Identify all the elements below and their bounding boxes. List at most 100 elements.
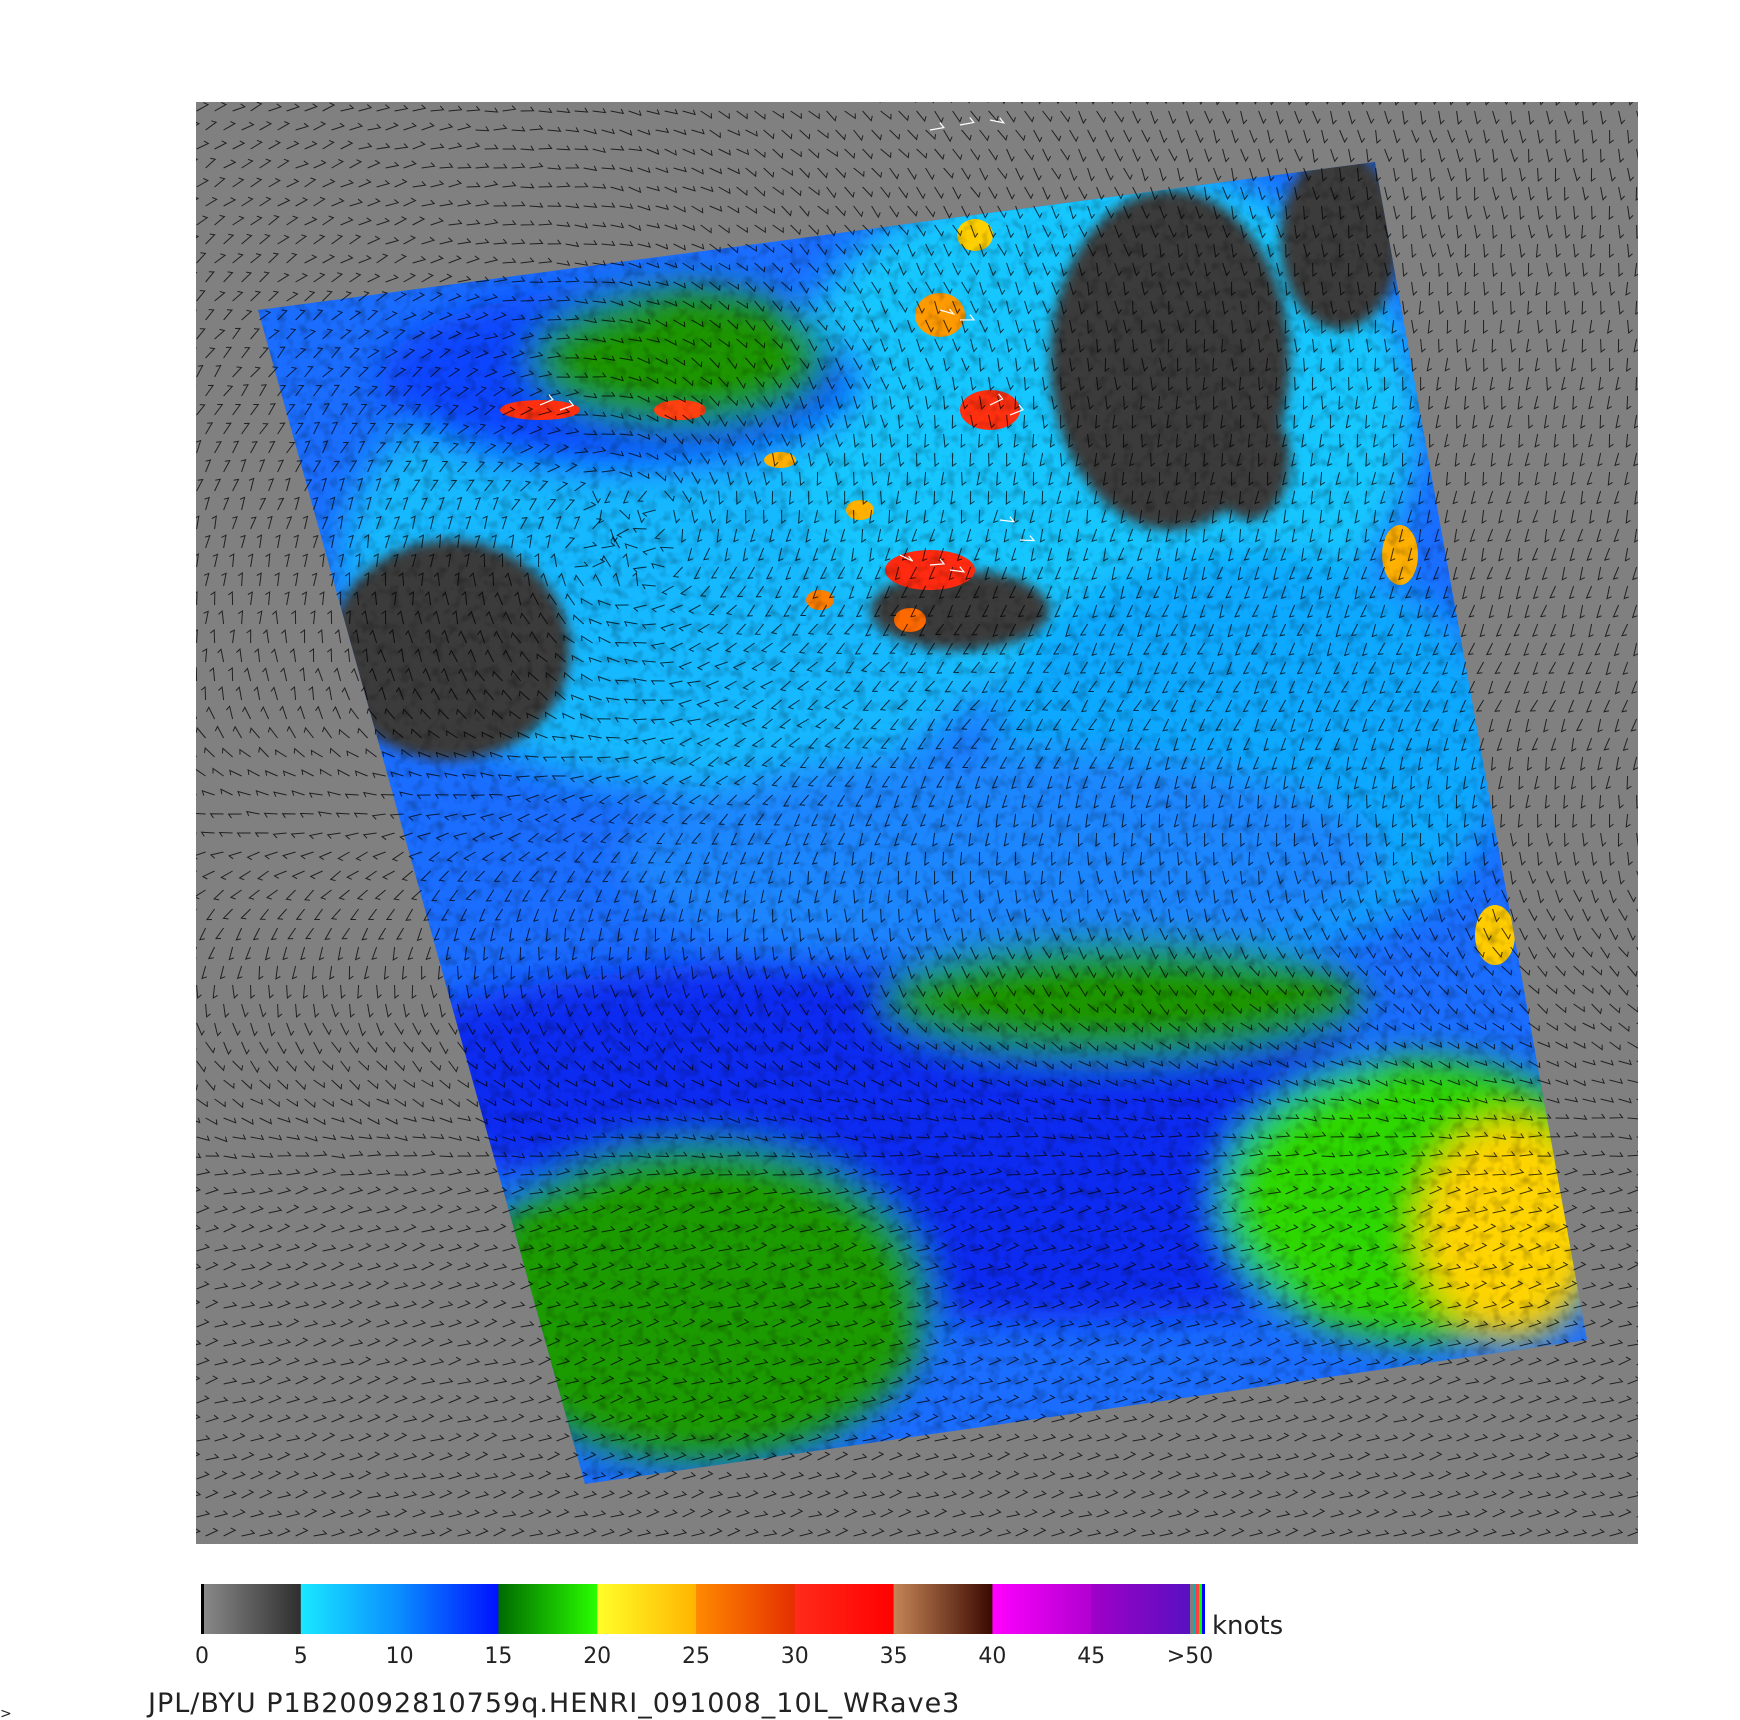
wind-barb [1640,700,1646,712]
wind-barb [1655,833,1661,846]
wind-barb [196,870,197,872]
wind-barb [187,498,192,510]
wind-barb [196,946,198,959]
wind-barb [1646,1080,1658,1086]
wind-barb [1654,415,1658,428]
wind-barb [512,87,525,92]
wind-barb [1325,102,1329,105]
wind-barb [1655,111,1662,124]
wind-barb [1655,947,1664,958]
wind-barb [1654,339,1658,352]
wind-barb [1651,757,1656,769]
wind-barb [188,460,194,472]
wind-barb [1646,282,1651,295]
wind-barb [368,86,381,92]
wind-barb [1646,1004,1657,1011]
wind-barb [1636,1136,1638,1138]
wind-barb [1646,1042,1658,1048]
wind-barb [196,271,198,274]
wind-barb [818,92,829,99]
wind-barb [1655,1133,1668,1137]
wind-barb [1002,102,1006,105]
wind-barb [177,769,188,776]
wind-barb [350,85,362,92]
wind-barb [1655,301,1660,314]
wind-barb [1653,567,1657,580]
wind-barb [584,88,597,92]
wind-barb [1651,643,1656,655]
wind-barb [1643,396,1648,409]
wind-barb [1655,263,1661,276]
wind-barb [196,755,198,758]
wind-barb [1655,1168,1667,1175]
wind-barb [1650,719,1655,731]
wind-barb [1646,130,1652,143]
wind-barb [1056,102,1060,105]
wind-barb [1644,548,1648,561]
wind-barb [187,536,192,548]
wind-barb [196,794,197,796]
wind-barb [185,611,190,624]
wind-barb [1646,928,1655,939]
wind-barb [186,966,190,979]
wind-barb [950,102,953,104]
wind-barb [1644,358,1648,371]
wind-barb [987,102,989,103]
wind-barb [1650,529,1655,541]
wind-barb [196,347,198,349]
wind-barb [476,87,489,92]
wind-barb [1646,168,1650,181]
wind-barb [1655,149,1660,162]
wind-barb [196,715,198,720]
wind-barb [196,667,198,682]
wind-barb [1641,662,1646,674]
wind-barb [440,86,453,92]
wind-barb [890,92,900,101]
wind-barb [1650,681,1655,693]
wind-barb [1649,605,1655,617]
wind-barb [1643,738,1648,751]
wind-barb [1653,491,1657,504]
wind-barb [1646,814,1652,827]
wind-barb [196,1048,197,1051]
wind-barb [1636,1174,1638,1176]
wind-barb [188,1004,194,1017]
wind-barb [260,84,271,92]
wind-barb [1655,377,1659,390]
wind-barb [1655,1097,1668,1102]
wind-barb [620,90,633,95]
wind-barb [710,92,722,97]
wind-barb [746,92,758,97]
wind-barb [386,87,399,92]
wind-barb [674,92,686,97]
wind-barb [1642,586,1647,598]
wind-barb [1645,320,1649,333]
wind-barb [196,158,199,161]
wind-barb [1646,244,1650,257]
wind-barb [782,92,793,99]
wind-barb [182,687,188,700]
wind-barb [1646,206,1651,219]
wind-barb [1145,102,1149,105]
wind-barb [1646,92,1653,105]
wind-barb [1655,187,1660,200]
wind-barb [1636,1060,1638,1063]
wind-barb [728,92,739,99]
wind-barb [844,102,846,103]
wind-barb [188,84,200,92]
wind-barb [196,832,197,834]
wind-barb [196,908,197,911]
wind-barb [1111,102,1114,105]
wind-barb [1646,966,1656,975]
wind-barb [177,890,188,899]
wind-barb [188,423,195,434]
wind-barb [180,726,188,738]
wind-barb [692,92,704,98]
wind-barb [638,91,650,96]
wind-barb [206,85,218,92]
wind-barb [1643,624,1648,637]
wind-barb [879,102,881,103]
wind-barb [1642,472,1647,484]
wind-barb [296,84,308,92]
wind-barb [1020,102,1024,105]
